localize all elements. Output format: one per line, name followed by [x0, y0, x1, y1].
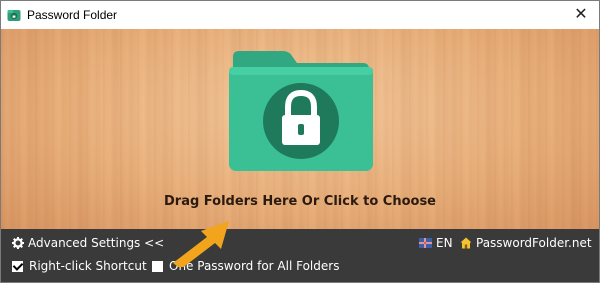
advanced-settings-toggle[interactable]: Advanced Settings << [12, 236, 164, 250]
settings-panel: Advanced Settings << EN PasswordFolder.n… [1, 229, 599, 282]
language-label: EN [436, 236, 453, 250]
right-click-shortcut-option[interactable]: Right-click Shortcut [12, 259, 147, 273]
close-icon: ✕ [574, 6, 588, 23]
website-label: PasswordFolder.net [476, 236, 592, 250]
close-button[interactable]: ✕ [563, 1, 599, 29]
home-icon [460, 237, 472, 249]
window-title: Password Folder [27, 8, 118, 22]
locked-folder-icon [229, 51, 373, 171]
drop-instruction: Drag Folders Here Or Click to Choose [164, 194, 436, 209]
advanced-settings-label: Advanced Settings << [28, 236, 165, 250]
one-password-checkbox[interactable] [152, 260, 163, 272]
app-icon [7, 10, 21, 21]
folder-drop-area[interactable]: Drag Folders Here Or Click to Choose [1, 29, 599, 229]
app-window: Password Folder ✕ Drag Folders Here Or C… [0, 0, 600, 283]
gear-icon [12, 237, 24, 249]
annotation-arrow-icon [173, 221, 229, 267]
right-click-shortcut-checkbox[interactable] [12, 260, 23, 272]
website-link[interactable]: PasswordFolder.net [460, 236, 592, 250]
language-selector[interactable]: EN [419, 236, 453, 250]
title-bar: Password Folder ✕ [1, 1, 599, 29]
right-click-shortcut-label: Right-click Shortcut [29, 259, 147, 273]
flag-icon [419, 238, 432, 248]
